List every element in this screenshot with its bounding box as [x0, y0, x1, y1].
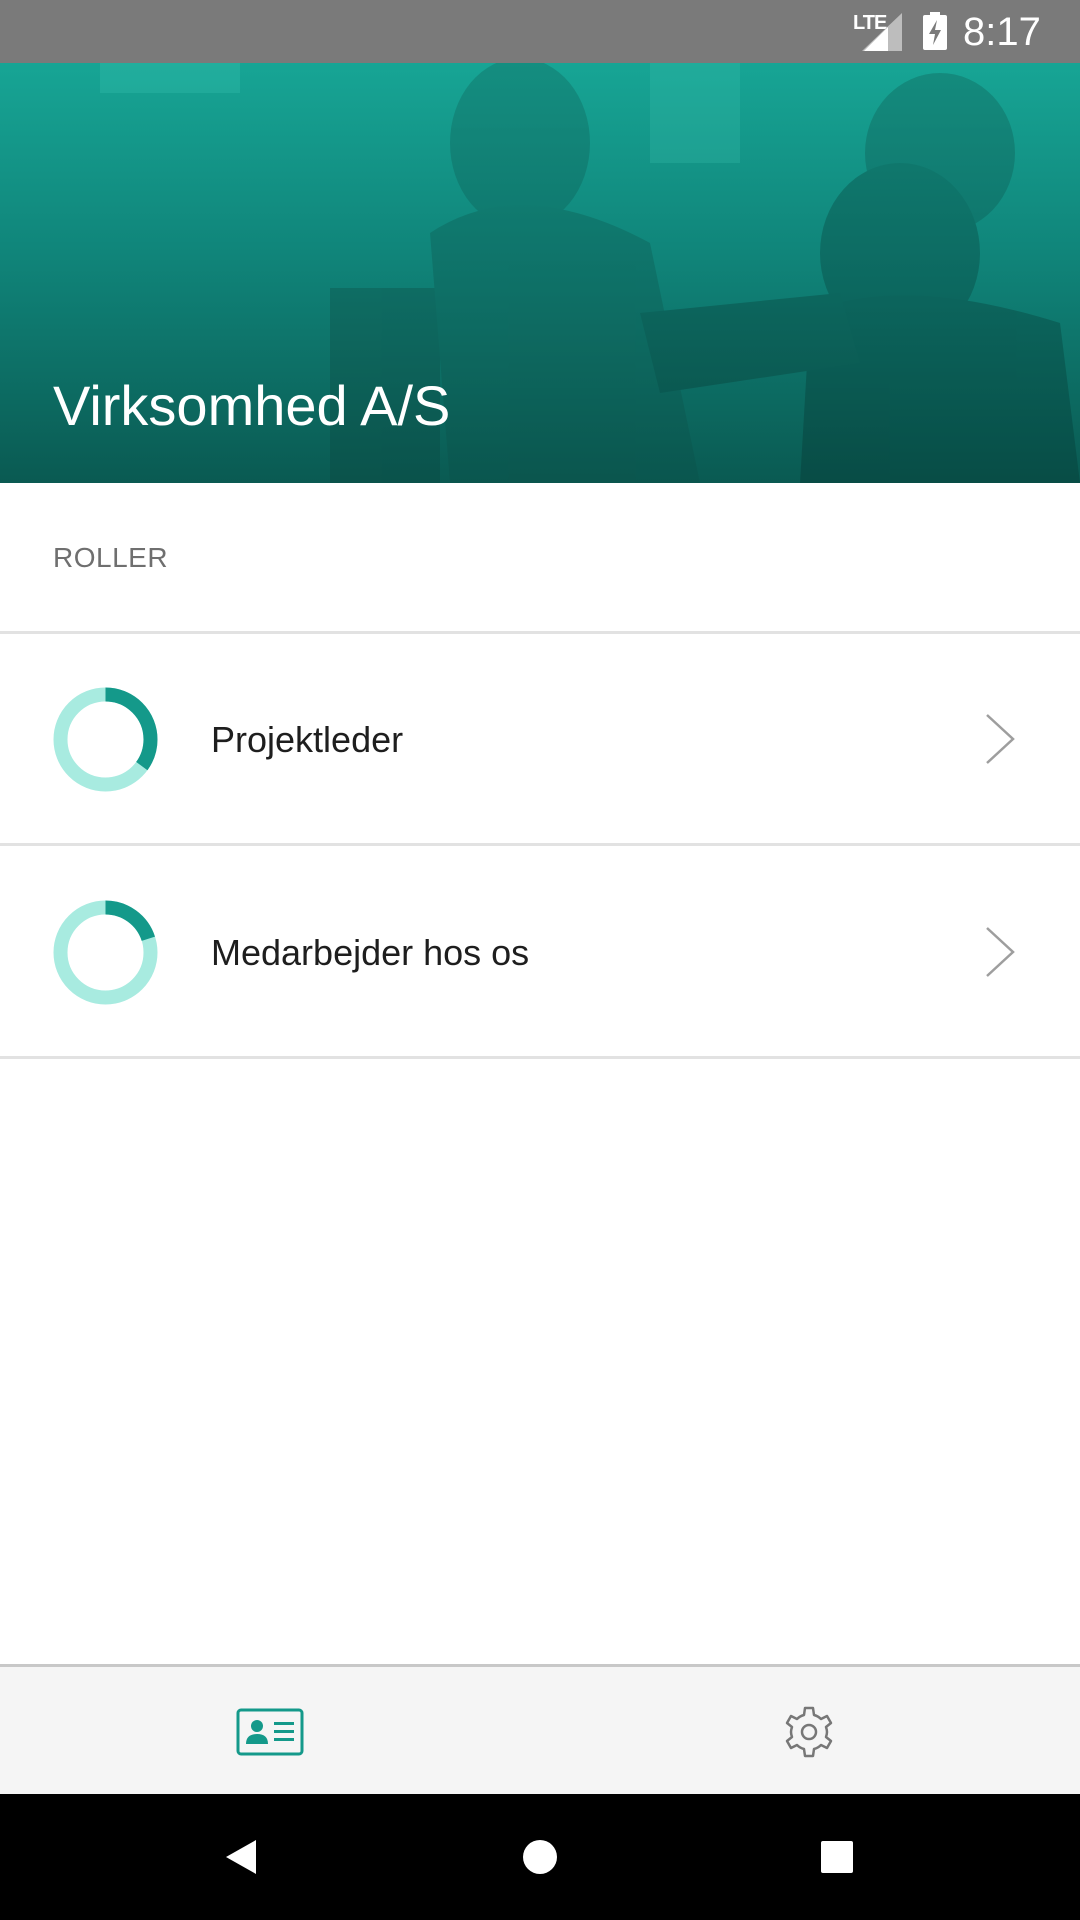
section-label-roles: ROLLER [53, 542, 169, 573]
divider [0, 843, 1080, 846]
company-header: Virksomhed A/S [0, 63, 1080, 483]
chevron-right-icon [986, 714, 1015, 764]
recents-icon[interactable] [812, 1832, 862, 1882]
role-progress-ring [53, 687, 158, 792]
role-progress-ring [53, 900, 158, 1005]
lte-signal-icon [862, 13, 902, 51]
role-item-medarbejder-hos-os[interactable]: Medarbejder hos os [0, 847, 1080, 1057]
bottom-navigation [0, 1664, 1080, 1794]
nav-tab-settings[interactable] [540, 1667, 1080, 1794]
profile-card-icon [236, 1708, 304, 1756]
nav-tab-profile[interactable] [0, 1667, 540, 1794]
role-label: Projektleder [211, 719, 404, 760]
chevron-right-icon [986, 927, 1015, 977]
role-label: Medarbejder hos os [211, 932, 530, 973]
status-bar: LTE 8:17 [0, 0, 1080, 63]
status-time: 8:17 [963, 10, 1041, 54]
system-navigation-bar [0, 1794, 1080, 1920]
app-screen: LTE 8:17 Virksomhed A/S ROLLER Projektle… [0, 0, 1080, 1920]
battery-charging-icon [923, 12, 947, 50]
gear-icon [785, 1706, 833, 1758]
back-icon[interactable] [218, 1832, 268, 1882]
company-name: Virksomhed A/S [53, 374, 451, 437]
role-item-projektleder[interactable]: Projektleder [0, 634, 1080, 844]
home-icon[interactable] [515, 1832, 565, 1882]
divider [0, 1056, 1080, 1059]
